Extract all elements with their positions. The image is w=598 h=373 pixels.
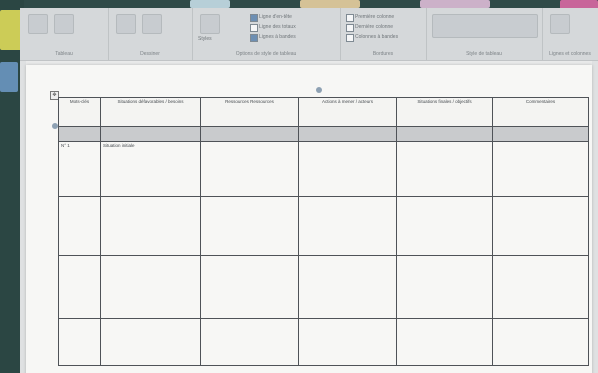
ribbon-group-label: Tableau: [55, 51, 73, 57]
table-cell[interactable]: [58, 255, 101, 319]
table-cell[interactable]: [492, 196, 589, 256]
table-cell[interactable]: [58, 318, 101, 366]
insert-row-icon[interactable]: [550, 14, 570, 34]
ribbon-group-draw: Dessiner: [108, 8, 193, 60]
total-row-checkbox[interactable]: [250, 24, 258, 32]
table-cell[interactable]: [298, 126, 397, 142]
table-cell[interactable]: [58, 196, 101, 256]
table-row: [58, 196, 589, 256]
last-column-label: Dernière colonne: [355, 24, 394, 30]
table-cell[interactable]: [492, 141, 589, 197]
style-gallery[interactable]: [432, 14, 538, 38]
table-cell[interactable]: [100, 255, 201, 319]
ribbon-group-label: Dessiner: [140, 51, 160, 57]
table-row: [58, 255, 589, 319]
ribbon-group-label: Lignes et colonnes: [549, 51, 591, 57]
table-cell[interactable]: [396, 255, 493, 319]
last-column-checkbox[interactable]: [346, 24, 354, 32]
banded-rows-label: Lignes à bandes: [259, 34, 296, 40]
banded-columns-checkbox[interactable]: [346, 34, 354, 42]
table-cell[interactable]: [396, 141, 493, 197]
ribbon-group-table-style: Style de tableau: [426, 8, 543, 60]
ribbon-group-label: Options de style de tableau: [235, 51, 297, 57]
sticky-note-top: [190, 0, 230, 8]
first-column-label: Première colonne: [355, 14, 395, 20]
table-cell[interactable]: [200, 255, 299, 319]
table-cell[interactable]: [298, 196, 397, 256]
header-cell[interactable]: Commentaires: [492, 97, 589, 127]
table-row: [58, 126, 589, 142]
header-row-label: Ligne d'en-tête: [259, 14, 292, 20]
monitor-screen: Tableau Dessiner Styles Ligne d'en-tête …: [20, 8, 598, 373]
ribbon-group-style-options: Styles Ligne d'en-tête Ligne des totaux …: [192, 8, 341, 60]
pencil-icon[interactable]: [116, 14, 136, 34]
banded-columns-label: Colonnes à bandes: [355, 34, 399, 40]
table-cell[interactable]: [492, 255, 589, 319]
table-cell[interactable]: [492, 126, 589, 142]
table-cell[interactable]: [58, 126, 101, 142]
table-cell[interactable]: Situation initiale: [100, 141, 201, 197]
table-cell[interactable]: [396, 318, 493, 366]
banded-rows-checkbox[interactable]: [250, 34, 258, 42]
total-row-label: Ligne des totaux: [259, 24, 296, 30]
table-row: [58, 318, 589, 366]
table-cell[interactable]: [298, 141, 397, 197]
sticky-note-top: [300, 0, 360, 8]
header-cell[interactable]: Situations finales / objectifs: [396, 97, 493, 127]
first-column-checkbox[interactable]: [346, 14, 354, 22]
sticky-note-top: [420, 0, 490, 8]
document-page: ✥ Mots-clés Situations défavorables / be…: [26, 65, 592, 373]
ribbon-toolbar: Tableau Dessiner Styles Ligne d'en-tête …: [20, 8, 598, 61]
styles-button[interactable]: Styles: [198, 36, 212, 42]
ribbon-group-rows-columns: Lignes et colonnes: [542, 8, 598, 60]
data-table: Mots-clés Situations défavorables / beso…: [58, 97, 589, 366]
table-cell[interactable]: [100, 196, 201, 256]
header-cell[interactable]: Ressources Ressources: [200, 97, 299, 127]
table-cell[interactable]: [200, 196, 299, 256]
eraser-icon[interactable]: [142, 14, 162, 34]
table-cell[interactable]: [100, 318, 201, 366]
header-row-checkbox[interactable]: [250, 14, 258, 22]
styles-icon[interactable]: [200, 14, 220, 34]
ribbon-group-table: Tableau: [20, 8, 109, 60]
ribbon-group-label: Bordures: [372, 51, 394, 57]
table-cell[interactable]: N° 1: [58, 141, 101, 197]
table-header-row: Mots-clés Situations défavorables / beso…: [58, 97, 589, 127]
add-column-icon[interactable]: [316, 87, 322, 93]
header-cell[interactable]: Mots-clés: [58, 97, 101, 127]
sticky-note-blue: [0, 62, 18, 92]
table-cell[interactable]: [200, 141, 299, 197]
table-cell[interactable]: [492, 318, 589, 366]
table-cell[interactable]: [100, 126, 201, 142]
table-cell[interactable]: [396, 196, 493, 256]
table-cell[interactable]: [298, 255, 397, 319]
table-cell[interactable]: [396, 126, 493, 142]
table-cell[interactable]: [200, 126, 299, 142]
document-workspace: ✥ Mots-clés Situations défavorables / be…: [20, 61, 598, 373]
ribbon-group-borders: Première colonne Dernière colonne Colonn…: [340, 8, 427, 60]
ribbon-group-label: Style de tableau: [466, 51, 502, 57]
header-cell[interactable]: Situations défavorables / besoins: [100, 97, 201, 127]
table-row: N° 1 Situation initiale: [58, 141, 589, 197]
table-cell[interactable]: [200, 318, 299, 366]
sticky-note-yellow: [0, 10, 22, 50]
properties-icon[interactable]: [54, 14, 74, 34]
table-icon[interactable]: [28, 14, 48, 34]
header-cell[interactable]: Actions à mener / acteurs: [298, 97, 397, 127]
table-cell[interactable]: [298, 318, 397, 366]
